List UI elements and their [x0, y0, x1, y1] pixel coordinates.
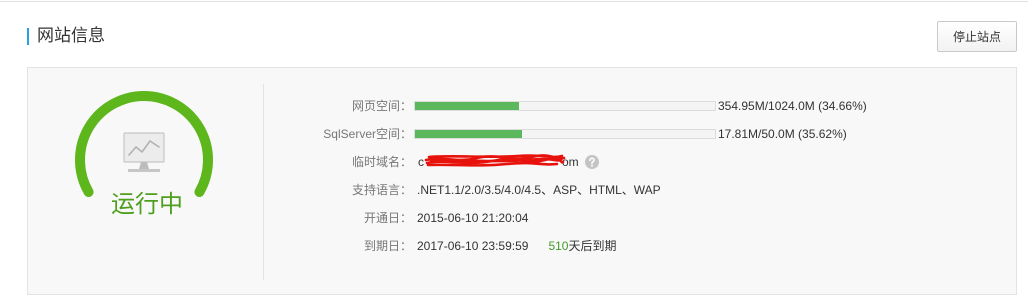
title-accent-bar: [27, 28, 29, 45]
stop-site-button[interactable]: 停止站点: [937, 21, 1017, 52]
info-row-web-space: 网页空间： 354.95M/1024.0M (34.66%): [300, 96, 990, 124]
sql-space-usage: 17.81M/50.0M (35.62%): [718, 127, 847, 141]
info-list: 网页空间： 354.95M/1024.0M (34.66%) SqlServer…: [300, 96, 990, 264]
redaction-stroke: [427, 154, 564, 159]
days-left-suffix: 天后到期: [568, 239, 617, 253]
open-date-value: 2015-06-10 21:20:04: [417, 211, 529, 225]
status-area: 运行中: [70, 85, 220, 225]
monitor-chart-icon: [123, 132, 165, 172]
monitor-stand: [139, 162, 149, 169]
info-row-languages: 支持语言： .NET1.1/2.0/3.5/4.0/4.5、ASP、HTML、W…: [300, 180, 990, 208]
info-row-sql-space: SqlServer空间： 17.81M/50.0M (35.62%): [300, 124, 990, 152]
info-row-open-date: 开通日： 2015-06-10 21:20:04: [300, 208, 990, 236]
info-row-temp-domain: 临时域名： c om: [300, 152, 990, 180]
sql-space-progress-fill: [415, 130, 522, 138]
expire-date-label: 到期日：: [363, 239, 412, 253]
temp-domain-value[interactable]: c om: [417, 152, 579, 172]
sql-space-progress-bar: [414, 129, 716, 139]
days-left-count: 510: [548, 239, 569, 253]
temp-domain-label: 临时域名：: [351, 155, 412, 169]
sql-space-label: SqlServer空间：: [323, 127, 412, 141]
site-info-panel: 运行中 网页空间： 354.95M/1024.0M (34.66%) SqlSe…: [27, 67, 1017, 295]
help-icon-dot: [591, 164, 593, 167]
open-date-label: 开通日：: [363, 211, 412, 225]
web-space-usage: 354.95M/1024.0M (34.66%): [718, 99, 867, 113]
monitor-base: [128, 169, 160, 172]
web-space-label: 网页空间：: [351, 99, 412, 113]
status-label: 运行中: [111, 191, 183, 218]
web-space-progress-fill: [415, 102, 519, 110]
panel-divider: [263, 84, 264, 280]
info-row-expire-date: 到期日： 2017-06-10 23:59:59 510 天后到期: [300, 236, 990, 264]
web-space-progress-bar: [414, 101, 716, 111]
expire-date-value: 2017-06-10 23:59:59: [417, 239, 529, 253]
top-border: [0, 1, 1028, 2]
monitor-screen: [123, 132, 165, 163]
page-title: 网站信息: [37, 26, 105, 45]
languages-value: .NET1.1/2.0/3.5/4.0/4.5、ASP、HTML、WAP: [417, 183, 661, 197]
redaction-scribble: [424, 154, 566, 167]
languages-label: 支持语言：: [351, 183, 412, 197]
question-circle-icon[interactable]: [585, 155, 599, 169]
redaction-stroke: [426, 161, 559, 167]
website-info-page: 网站信息 停止站点 运行中 网页空间： 354.95M/1024.0M (34.…: [0, 0, 1028, 304]
